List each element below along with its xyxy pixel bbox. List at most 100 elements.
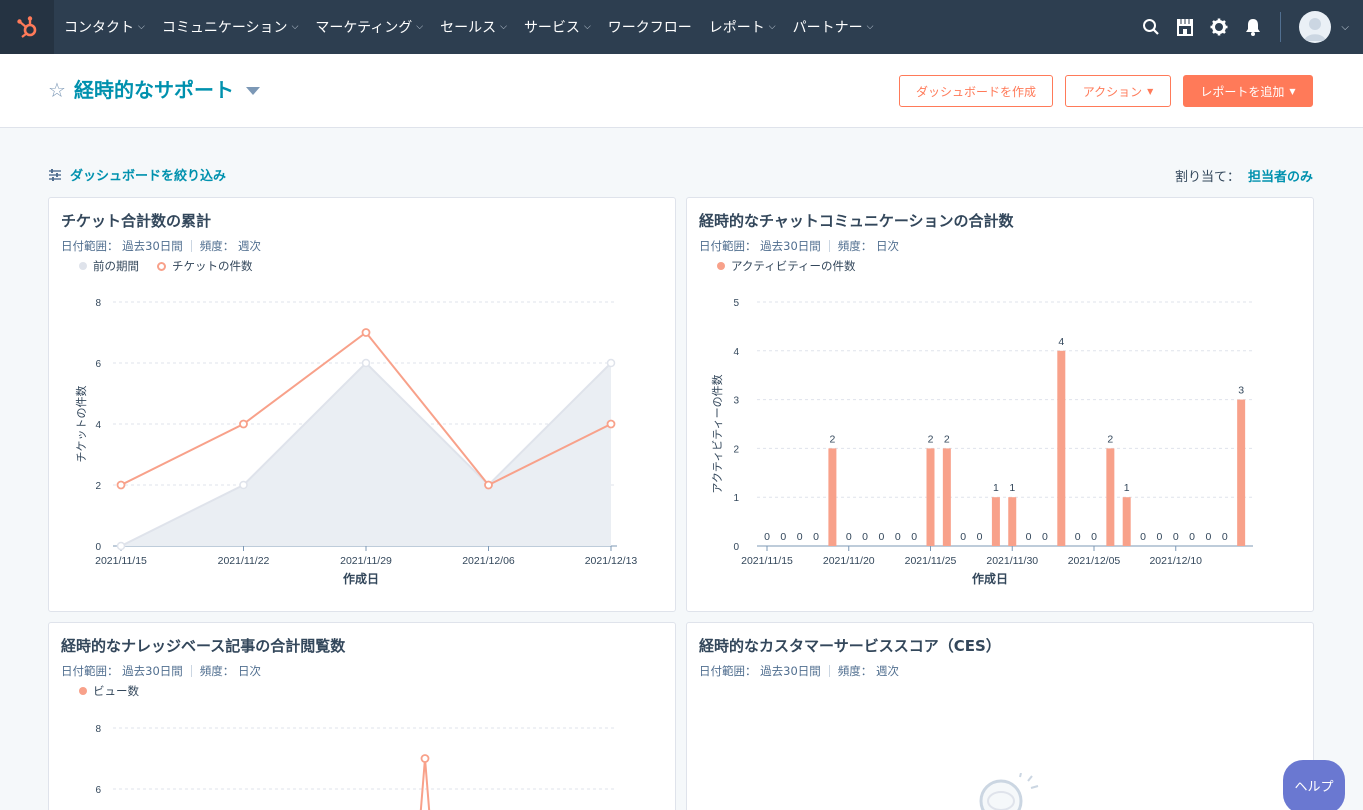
nav-item-label: ワークフロー <box>607 20 692 36</box>
bar-data-label: 0 <box>977 531 983 543</box>
views-line <box>419 758 431 810</box>
nav-item[interactable]: ワークフロー <box>608 17 692 37</box>
caret-down-icon: ▼ <box>1289 86 1296 96</box>
chevron-down-icon: ⌵ <box>416 22 424 32</box>
views-point <box>420 754 430 763</box>
top-navigation: コンタクト ⌵ コミュニケーション ⌵ マーケティング ⌵ セールス ⌵ サービス ⌵ ワークフロー… <box>0 0 1363 54</box>
bar-data-label: 0 <box>895 531 901 543</box>
chevron-down-icon: ⌵ <box>138 22 145 32</box>
y-tick-label: 4 <box>95 420 101 431</box>
assign-value-link[interactable]: 担当者のみ <box>1248 170 1313 185</box>
x-tick-label: 2021/11/22 <box>218 555 270 567</box>
x-axis-title: 作成日 <box>343 571 379 586</box>
bar-data-label: 0 <box>1075 531 1081 543</box>
actions-label: アクション <box>1082 84 1143 99</box>
bar-data-label: 2 <box>1107 433 1113 445</box>
previous-period-point <box>239 480 248 490</box>
nav-item[interactable]: セールス ⌵ <box>440 17 507 37</box>
bar-data-label: 0 <box>960 531 966 543</box>
card-title[interactable]: 経時的なカスタマーサービススコア（CES） <box>699 635 1001 656</box>
chevron-down-icon[interactable]: ⌵ <box>1341 22 1349 33</box>
chevron-down-icon: ⌵ <box>291 22 299 32</box>
nav-item[interactable]: マーケティング ⌵ <box>315 17 423 37</box>
search-icon[interactable] <box>1134 0 1168 54</box>
previous-period-point <box>606 358 616 368</box>
x-tick-label: 2021/12/13 <box>585 555 638 567</box>
report-card-kb-views: 経時的なナレッジベース記事の合計閲覧数 日付範囲： 過去30日間 頻度： 日次 … <box>48 622 676 810</box>
bar-data-label: 0 <box>862 531 868 543</box>
gear-icon[interactable] <box>1202 0 1236 54</box>
y-tick-label: 8 <box>95 724 101 735</box>
avatar[interactable] <box>1299 11 1332 43</box>
dashboard-switch-caret-icon[interactable] <box>246 87 260 95</box>
x-axis-title: 作成日 <box>972 571 1008 586</box>
filter-dashboard-link[interactable]: ダッシュボードを絞り込み <box>48 165 226 184</box>
bar-data-label: 0 <box>1140 531 1146 543</box>
report-card-ticket-cumulative: チケット合計数の累計 日付範囲： 過去30日間 頻度： 週次 前の期間 チケット… <box>48 197 676 612</box>
y-tick-label: 2 <box>733 444 739 455</box>
x-tick-label: 2021/11/25 <box>905 555 957 567</box>
chevron-down-icon: ⌵ <box>500 22 507 32</box>
activity-bar <box>942 448 951 546</box>
previous-period-point <box>116 541 126 551</box>
nav-item[interactable]: サービス ⌵ <box>524 17 591 37</box>
bar-data-label: 0 <box>1222 531 1228 543</box>
y-tick-label: 2 <box>95 481 101 492</box>
marketplace-icon[interactable] <box>1168 0 1202 54</box>
ticket-count-point <box>606 419 616 429</box>
y-tick-label: 3 <box>733 396 739 407</box>
activity-bar <box>1106 448 1115 546</box>
range-value: 過去30日間 <box>760 664 821 678</box>
help-button[interactable]: ヘルプ <box>1283 760 1345 810</box>
nav-item[interactable]: レポート ⌵ <box>709 17 776 37</box>
range-label: 日付範囲： <box>699 664 757 678</box>
x-tick-label: 2021/12/10 <box>1149 555 1202 567</box>
ticket-count-point <box>239 419 248 429</box>
nav-item-label: レポート <box>708 20 765 36</box>
nav-utility-area: ⌵ <box>1134 0 1363 54</box>
x-tick-label: 2021/11/30 <box>986 555 1038 567</box>
create-dashboard-button[interactable]: ダッシュボードを作成 <box>899 75 1053 107</box>
nav-item[interactable]: コンタクト ⌵ <box>64 17 145 37</box>
nav-item[interactable]: コミュニケーション ⌵ <box>162 17 299 37</box>
report-card-chat-activity: 経時的なチャットコミュニケーションの合計数 日付範囲： 過去30日間 頻度： 日… <box>686 197 1314 612</box>
bar-data-label: 0 <box>911 531 917 543</box>
nav-item-label: セールス <box>440 20 497 36</box>
previous-period-area <box>121 363 611 546</box>
page-title[interactable]: 経時的なサポート <box>74 74 234 103</box>
freq-value: 週次 <box>875 664 899 678</box>
bell-icon[interactable] <box>1236 0 1270 54</box>
bar-data-label: 0 <box>764 531 770 543</box>
bar-data-label: 0 <box>1026 531 1032 543</box>
y-tick-label: 0 <box>95 542 101 553</box>
create-dashboard-label: ダッシュボードを作成 <box>915 84 1036 99</box>
nav-item-label: サービス <box>523 20 580 36</box>
bar-data-label: 0 <box>879 531 885 543</box>
hubspot-logo-icon[interactable] <box>0 0 54 54</box>
y-tick-label: 6 <box>95 785 101 796</box>
bar-data-label: 2 <box>928 433 934 445</box>
assign-label: 割り当て： <box>1174 170 1240 185</box>
nav-item[interactable]: パートナー ⌵ <box>793 17 874 37</box>
activity-bar <box>1057 350 1066 546</box>
add-report-button[interactable]: レポートを追加 ▼ <box>1183 75 1313 107</box>
chevron-down-icon: ⌵ <box>768 22 776 32</box>
x-tick-label: 2021/11/29 <box>340 555 392 567</box>
nav-menu: コンタクト ⌵ コミュニケーション ⌵ マーケティング ⌵ セールス ⌵ サービス ⌵ ワークフロー… <box>54 0 890 54</box>
bar-data-label: 0 <box>846 531 852 543</box>
bar-data-label: 4 <box>1058 336 1064 348</box>
star-icon[interactable]: ☆ <box>48 78 66 102</box>
card-meta: 日付範囲： 過去30日間 頻度： 週次 <box>699 663 899 679</box>
magnifier-empty-state-icon <box>979 773 1039 810</box>
nav-item-label: パートナー <box>792 20 863 36</box>
y-tick-label: 0 <box>733 542 739 553</box>
bar-data-label: 0 <box>1042 531 1048 543</box>
chevron-down-icon: ⌵ <box>866 22 874 32</box>
bar-data-label: 0 <box>1091 531 1097 543</box>
x-tick-label: 2021/11/15 <box>741 555 793 567</box>
bar-data-label: 0 <box>1189 531 1195 543</box>
previous-period-point <box>361 358 371 368</box>
chevron-down-icon: ⌵ <box>583 22 591 32</box>
actions-button[interactable]: アクション ▼ <box>1065 75 1171 107</box>
x-tick-label: 2021/12/05 <box>1068 555 1121 567</box>
